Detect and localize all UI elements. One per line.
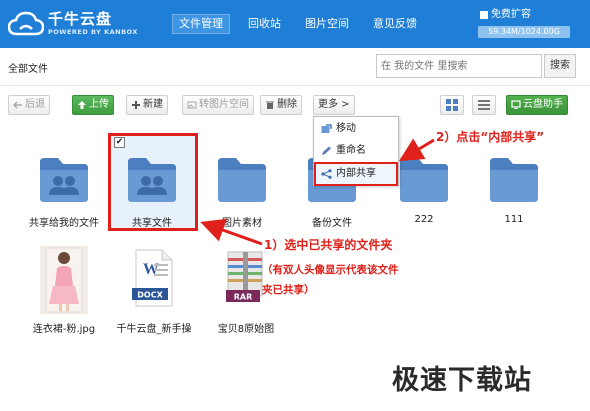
watermark: 极速下载站 — [392, 365, 532, 396]
arrow-to-selected-folder — [200, 218, 263, 246]
annotation-step-1-detail-2: 夹已共享） — [262, 284, 315, 296]
arrow-to-internal-share — [398, 138, 435, 162]
annotation-step-1: 1）选中已共享的文件夹 — [264, 238, 393, 252]
annotation-step-2: 2）点击“内部共享” — [436, 130, 545, 144]
annotation-step-1-detail: （有双人头像显示代表该文件 — [262, 264, 399, 276]
annotation-arrows — [200, 138, 435, 246]
